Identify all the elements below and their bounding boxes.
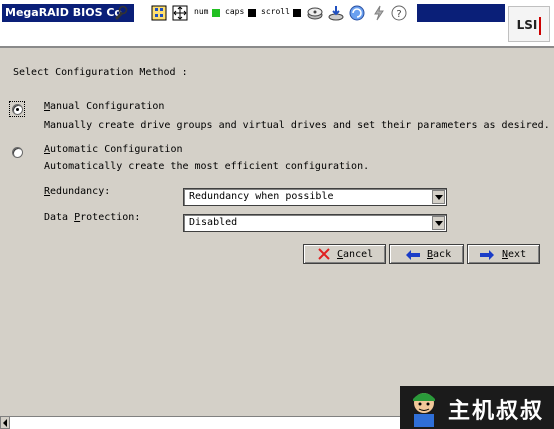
redundancy-label: Redundancy:: [44, 186, 111, 197]
disk-icon[interactable]: [307, 5, 323, 21]
data-protection-value: Disabled: [189, 217, 238, 228]
manual-configuration-description: Manually create drive groups and virtual…: [44, 120, 550, 131]
logo-text: LSI: [516, 18, 538, 32]
data-protection-select[interactable]: Disabled: [183, 214, 447, 232]
num-label: num: [194, 7, 209, 16]
automatic-configuration-description: Automatically create the most efficient …: [44, 161, 370, 172]
refresh-icon[interactable]: [349, 5, 365, 21]
chevron-down-icon[interactable]: [432, 216, 445, 230]
next-button[interactable]: Next: [467, 244, 540, 264]
move-icon[interactable]: [172, 5, 188, 21]
help-icon[interactable]: ?: [391, 5, 407, 21]
page-heading: Select Configuration Method :: [13, 67, 188, 78]
arrow-left-icon: [406, 250, 420, 260]
num-led-indicator: [212, 9, 220, 17]
caps-led-indicator: [248, 9, 256, 17]
grid-icon[interactable]: [151, 5, 167, 21]
download-disk-icon[interactable]: [328, 5, 344, 21]
automatic-configuration-label[interactable]: Automatic Configuration: [44, 144, 182, 155]
data-protection-label: Data Protection:: [44, 212, 141, 223]
scroll-left-icon[interactable]: [0, 416, 10, 429]
caps-label: caps: [225, 7, 245, 16]
svg-text:?: ?: [396, 9, 401, 20]
title-toolbar: MegaRAID BIOS Co num caps scroll ? LSI: [0, 0, 554, 48]
cancel-x-icon: [318, 248, 330, 260]
arrow-right-icon: [480, 250, 494, 260]
watermark-text: 主机叔叔: [448, 399, 545, 424]
automatic-configuration-radio[interactable]: [12, 147, 23, 158]
cancel-button[interactable]: Cancel: [303, 244, 386, 264]
redundancy-select[interactable]: Redundancy when possible: [183, 188, 447, 206]
lsi-logo: LSI: [508, 6, 550, 42]
manual-configuration-label[interactable]: Manual Configuration: [44, 101, 164, 112]
chevron-down-icon[interactable]: [432, 190, 445, 204]
manual-configuration-radio[interactable]: [12, 104, 23, 115]
tool-icon[interactable]: [112, 5, 128, 21]
scroll-led-indicator: [293, 9, 301, 17]
back-button[interactable]: Back: [389, 244, 464, 264]
redundancy-value: Redundancy when possible: [189, 191, 334, 202]
scroll-label: scroll: [261, 7, 290, 16]
mascot-icon: [413, 393, 435, 427]
flash-icon[interactable]: [371, 5, 387, 21]
title-bar-right-strip: [417, 4, 505, 22]
